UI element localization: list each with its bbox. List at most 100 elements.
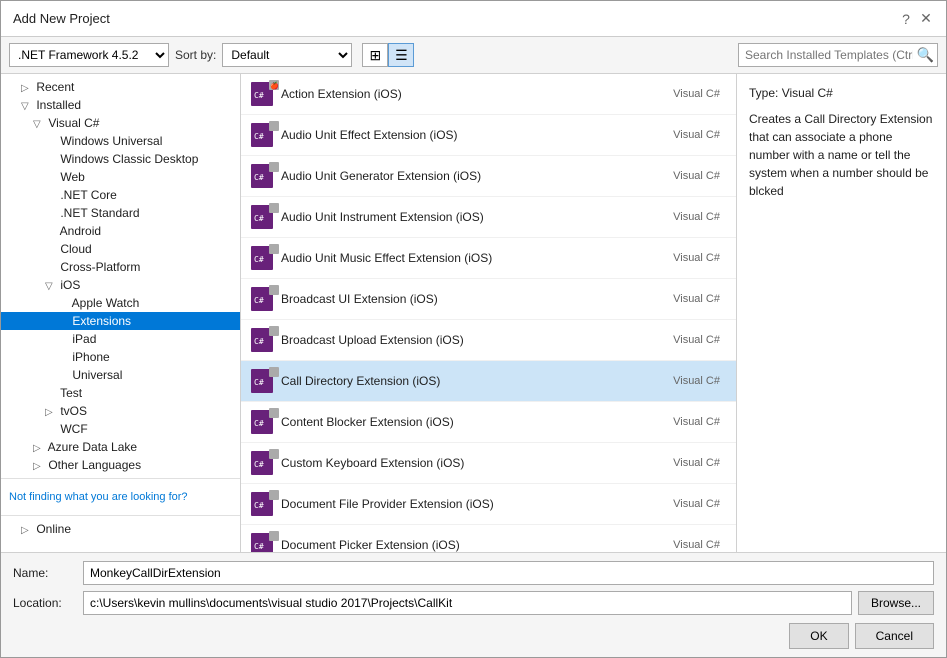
template-icon: C# — [249, 283, 281, 315]
sidebar-item-extensions[interactable]: Extensions — [1, 312, 240, 330]
desc-type: Type: Visual C# — [749, 86, 934, 100]
view-toggle: ⊞ ☰ — [362, 43, 414, 67]
sidebar-item-windows-universal[interactable]: Windows Universal — [1, 132, 240, 150]
template-icon: C# — [249, 324, 281, 356]
ok-button[interactable]: OK — [789, 623, 848, 649]
sidebar-item-tvos[interactable]: ▷ tvOS — [1, 402, 240, 420]
sidebar-item-ios[interactable]: ▽ iOS — [1, 276, 240, 294]
svg-text:C#: C# — [254, 91, 264, 100]
name-input[interactable] — [83, 561, 934, 585]
template-lang: Visual C# — [673, 129, 720, 141]
not-finding-link[interactable]: Not finding what you are looking for? — [1, 483, 240, 511]
sidebar-item-online[interactable]: ▷ Online — [1, 520, 240, 538]
sidebar-item-cross-platform[interactable]: Cross-Platform — [1, 258, 240, 276]
location-row: Location: Browse... — [13, 591, 934, 615]
sort-select[interactable]: Default — [222, 43, 352, 67]
template-icon: C# — [249, 365, 281, 397]
template-icon: C# — [249, 119, 281, 151]
location-label: Location: — [13, 596, 83, 610]
installed-label: Installed — [36, 98, 81, 112]
template-item[interactable]: C# Content Blocker Extension (iOS) Visua… — [241, 402, 736, 443]
sidebar-item-other-languages[interactable]: ▷ Other Languages — [1, 456, 240, 474]
svg-text:C#: C# — [254, 296, 264, 305]
framework-select[interactable]: .NET Framework 4.5.2 — [9, 43, 169, 67]
sidebar-item-windows-classic[interactable]: Windows Classic Desktop — [1, 150, 240, 168]
template-item[interactable]: C# Audio Unit Music Effect Extension (iO… — [241, 238, 736, 279]
template-lang: Visual C# — [673, 170, 720, 182]
sidebar-item-cloud[interactable]: Cloud — [1, 240, 240, 258]
visual-csharp-expander: ▽ — [33, 119, 45, 130]
sidebar-item-azure-data-lake[interactable]: ▷ Azure Data Lake — [1, 438, 240, 456]
sidebar-item-installed[interactable]: ▽ Installed — [1, 96, 240, 114]
template-item[interactable]: C# Broadcast UI Extension (iOS) Visual C… — [241, 279, 736, 320]
template-name: Action Extension (iOS) — [281, 87, 673, 101]
template-name: Audio Unit Generator Extension (iOS) — [281, 169, 673, 183]
template-name: Audio Unit Music Effect Extension (iOS) — [281, 251, 673, 265]
template-icon: C# 🍎 — [249, 78, 281, 110]
svg-text:C#: C# — [254, 460, 264, 469]
grid-view-button[interactable]: ⊞ — [362, 43, 388, 67]
sidebar-item-apple-watch[interactable]: Apple Watch — [1, 294, 240, 312]
sidebar-item-iphone[interactable]: iPhone — [1, 348, 240, 366]
sidebar-item-test[interactable]: Test — [1, 384, 240, 402]
template-name: Broadcast UI Extension (iOS) — [281, 292, 673, 306]
template-name: Audio Unit Effect Extension (iOS) — [281, 128, 673, 142]
online-label: Online — [36, 522, 71, 536]
sidebar-item-android[interactable]: Android — [1, 222, 240, 240]
sidebar-item-net-standard[interactable]: .NET Standard — [1, 204, 240, 222]
template-lang: Visual C# — [673, 293, 720, 305]
tvos-label: tvOS — [60, 404, 87, 418]
template-item[interactable]: C# Document File Provider Extension (iOS… — [241, 484, 736, 525]
template-item[interactable]: C# Audio Unit Instrument Extension (iOS)… — [241, 197, 736, 238]
template-lang: Visual C# — [673, 457, 720, 469]
browse-button[interactable]: Browse... — [858, 591, 934, 615]
name-row: Name: — [13, 561, 934, 585]
svg-text:C#: C# — [254, 542, 264, 551]
sidebar-item-web[interactable]: Web — [1, 168, 240, 186]
sidebar-item-wcf[interactable]: WCF — [1, 420, 240, 438]
location-input[interactable] — [83, 591, 852, 615]
template-name: Call Directory Extension (iOS) — [281, 374, 673, 388]
template-icon: C# — [249, 488, 281, 520]
sidebar-separator — [1, 478, 240, 479]
cancel-button[interactable]: Cancel — [855, 623, 934, 649]
title-bar: Add New Project ? ✕ — [1, 1, 946, 37]
template-item[interactable]: C# Document Picker Extension (iOS) Visua… — [241, 525, 736, 552]
cross-platform-label: Cross-Platform — [60, 260, 140, 274]
template-item-selected[interactable]: C# Call Directory Extension (iOS) Visual… — [241, 361, 736, 402]
sidebar-item-ipad[interactable]: iPad — [1, 330, 240, 348]
template-lang: Visual C# — [673, 252, 720, 264]
search-input[interactable] — [738, 43, 938, 67]
recent-expander: ▷ — [21, 83, 33, 94]
svg-text:C#: C# — [254, 214, 264, 223]
help-button[interactable]: ? — [898, 11, 914, 27]
list-view-button[interactable]: ☰ — [388, 43, 414, 67]
sidebar-item-visual-csharp[interactable]: ▽ Visual C# — [1, 114, 240, 132]
template-name: Broadcast Upload Extension (iOS) — [281, 333, 673, 347]
ipad-label: iPad — [72, 332, 96, 346]
extensions-label: Extensions — [72, 314, 131, 328]
search-box: 🔍 — [738, 43, 938, 67]
close-button[interactable]: ✕ — [918, 11, 934, 27]
net-core-label: .NET Core — [60, 188, 116, 202]
template-name: Content Blocker Extension (iOS) — [281, 415, 673, 429]
template-item[interactable]: C# Audio Unit Generator Extension (iOS) … — [241, 156, 736, 197]
template-item[interactable]: C# Broadcast Upload Extension (iOS) Visu… — [241, 320, 736, 361]
sidebar-item-universal[interactable]: Universal — [1, 366, 240, 384]
svg-text:C#: C# — [254, 337, 264, 346]
test-label: Test — [60, 386, 82, 400]
sidebar-item-net-core[interactable]: .NET Core — [1, 186, 240, 204]
svg-text:C#: C# — [254, 173, 264, 182]
template-name: Document Picker Extension (iOS) — [281, 538, 673, 552]
web-label: Web — [60, 170, 84, 184]
windows-classic-expander — [45, 155, 57, 166]
title-bar-controls: ? ✕ — [898, 11, 934, 27]
search-icon-button[interactable]: 🔍 — [917, 47, 934, 64]
template-icon: C# — [249, 160, 281, 192]
template-lang: Visual C# — [673, 211, 720, 223]
template-item[interactable]: C# 🍎 Action Extension (iOS) Visual C# — [241, 74, 736, 115]
template-item[interactable]: C# Custom Keyboard Extension (iOS) Visua… — [241, 443, 736, 484]
sidebar-item-recent[interactable]: ▷ Recent — [1, 78, 240, 96]
template-item[interactable]: C# Audio Unit Effect Extension (iOS) Vis… — [241, 115, 736, 156]
toolbar: .NET Framework 4.5.2 Sort by: Default ⊞ … — [1, 37, 946, 74]
